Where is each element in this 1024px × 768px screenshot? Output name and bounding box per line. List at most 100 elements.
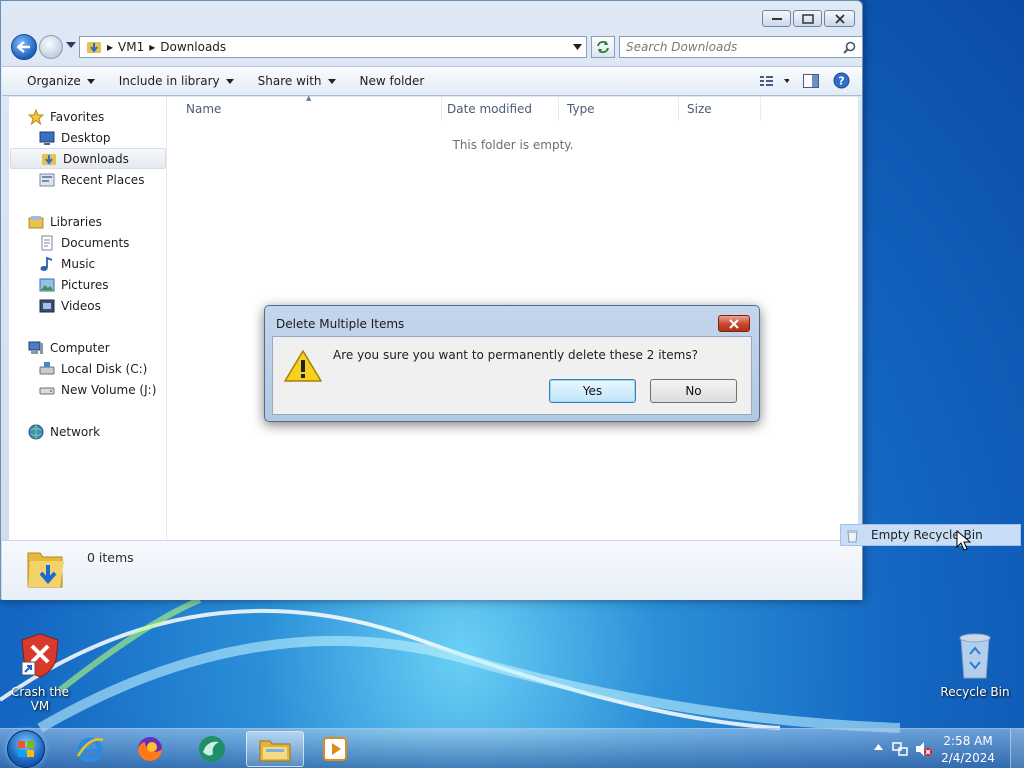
include-in-library-button[interactable]: Include in library xyxy=(107,67,246,95)
volume-muted-icon[interactable] xyxy=(914,740,932,758)
new-folder-button[interactable]: New folder xyxy=(348,67,437,95)
nav-videos-label: Videos xyxy=(61,298,101,313)
downloads-folder-large-icon xyxy=(27,552,64,588)
minimize-icon xyxy=(771,17,782,20)
downloads-folder-icon xyxy=(41,151,57,167)
nav-local-disk-c[interactable]: Local Disk (C:) xyxy=(9,358,167,379)
recent-pages-dropdown-icon[interactable] xyxy=(66,42,76,48)
nav-network[interactable]: Network xyxy=(9,421,167,442)
nav-pictures-label: Pictures xyxy=(61,277,109,292)
empty-recycle-bin-menu-item[interactable]: Empty Recycle Bin xyxy=(840,524,1021,546)
recycle-bin-small-icon xyxy=(847,530,858,543)
taskbar-internet-explorer[interactable] xyxy=(61,731,119,767)
nav-music[interactable]: Music xyxy=(9,253,167,274)
column-date-label: Date modified xyxy=(447,102,533,116)
command-bar: Organize Include in library Share with N… xyxy=(2,66,862,96)
show-desktop-button[interactable] xyxy=(1010,729,1024,768)
help-icon[interactable]: ? xyxy=(833,72,850,89)
chevron-down-icon xyxy=(327,78,336,84)
drive-icon xyxy=(39,382,55,398)
nav-new-volume-j[interactable]: New Volume (J:) xyxy=(9,379,167,400)
nav-computer[interactable]: Computer xyxy=(9,337,167,358)
show-hidden-icons-icon[interactable] xyxy=(874,744,883,750)
nav-documents[interactable]: Documents xyxy=(9,232,167,253)
nav-downloads-label: Downloads xyxy=(63,151,129,166)
column-header-type[interactable]: Type xyxy=(559,97,679,121)
nav-desktop[interactable]: Desktop xyxy=(9,127,167,148)
start-button[interactable] xyxy=(7,730,45,768)
clock[interactable]: 2:58 AM 2/4/2024 xyxy=(941,733,995,767)
maximize-button[interactable] xyxy=(793,10,822,27)
nav-pictures[interactable]: Pictures xyxy=(9,274,167,295)
network-globe-icon xyxy=(28,424,44,440)
green-swirl-app-icon xyxy=(199,736,225,762)
clock-time: 2:58 AM xyxy=(943,734,993,748)
mouse-cursor-icon xyxy=(956,530,972,551)
star-icon xyxy=(28,108,44,125)
search-placeholder: Search Downloads xyxy=(626,40,738,54)
nav-recent-places[interactable]: Recent Places xyxy=(9,169,167,190)
videos-icon xyxy=(39,298,55,314)
caption-buttons xyxy=(762,10,855,27)
minimize-button[interactable] xyxy=(762,10,791,27)
refresh-button[interactable] xyxy=(591,36,615,58)
desktop-icon xyxy=(39,130,55,146)
restore-icon xyxy=(801,13,814,24)
empty-folder-message: This folder is empty. xyxy=(452,138,574,152)
yes-button[interactable]: Yes xyxy=(549,379,636,403)
share-with-label: Share with xyxy=(257,74,322,88)
desktop-icon-crash-vm[interactable]: Crash the VM xyxy=(0,632,80,713)
taskbar-firefox[interactable] xyxy=(121,731,179,767)
taskbar-app-green[interactable] xyxy=(183,731,241,767)
media-player-icon xyxy=(323,737,347,761)
search-input[interactable]: Search Downloads xyxy=(619,36,863,58)
music-note-icon xyxy=(39,256,55,272)
nav-downloads[interactable]: Downloads xyxy=(10,148,166,169)
recycle-bin-label: Recycle Bin xyxy=(940,685,1010,699)
column-header-size[interactable]: Size xyxy=(679,97,761,121)
shield-error-icon xyxy=(21,633,59,678)
hard-drive-icon xyxy=(39,361,55,377)
internet-explorer-icon xyxy=(76,737,104,763)
item-count: 0 items xyxy=(87,550,134,565)
no-button[interactable]: No xyxy=(650,379,737,403)
details-pane: 0 items xyxy=(2,540,862,600)
view-controls: ? xyxy=(759,72,850,89)
taskbar-media-player[interactable] xyxy=(306,731,364,767)
organize-button[interactable]: Organize xyxy=(2,67,107,95)
taskbar: 2:58 AM 2/4/2024 xyxy=(0,728,1024,768)
breadcrumb-vm1[interactable]: VM1 xyxy=(118,40,144,54)
taskbar-windows-explorer[interactable] xyxy=(246,731,304,767)
nav-favorites-label: Favorites xyxy=(50,109,105,124)
new-folder-label: New folder xyxy=(359,74,425,88)
arrow-left-icon xyxy=(17,41,30,53)
preview-pane-icon[interactable] xyxy=(803,73,819,88)
column-type-label: Type xyxy=(567,102,595,116)
share-with-button[interactable]: Share with xyxy=(246,67,348,95)
breadcrumb-downloads[interactable]: Downloads xyxy=(160,40,226,54)
address-dropdown-icon[interactable] xyxy=(573,44,582,50)
nav-favorites[interactable]: Favorites xyxy=(9,106,167,127)
back-button[interactable] xyxy=(11,34,37,60)
column-header-date-modified[interactable]: Date modified xyxy=(439,97,559,121)
search-icon[interactable] xyxy=(843,41,856,54)
organize-label: Organize xyxy=(27,74,81,88)
desktop-icon-recycle-bin[interactable]: Recycle Bin xyxy=(935,632,1015,699)
nav-new-volume-label: New Volume (J:) xyxy=(61,382,157,397)
close-window-button[interactable] xyxy=(824,10,855,27)
chevron-down-icon xyxy=(86,78,95,84)
column-header-name[interactable]: Name xyxy=(178,97,442,121)
address-bar[interactable]: ▸ VM1 ▸ Downloads xyxy=(79,36,587,58)
refresh-icon xyxy=(597,41,609,53)
dialog-close-button[interactable] xyxy=(718,315,750,332)
chevron-down-icon xyxy=(225,78,234,84)
nav-videos[interactable]: Videos xyxy=(9,295,167,316)
forward-button[interactable] xyxy=(39,35,63,59)
network-tray-icon[interactable] xyxy=(891,740,909,758)
change-view-icon[interactable] xyxy=(759,74,789,88)
nav-libraries[interactable]: Libraries xyxy=(9,211,167,232)
computer-icon xyxy=(28,340,44,356)
close-icon xyxy=(729,318,739,329)
nav-computer-label: Computer xyxy=(50,340,110,355)
nav-local-disk-label: Local Disk (C:) xyxy=(61,361,148,376)
